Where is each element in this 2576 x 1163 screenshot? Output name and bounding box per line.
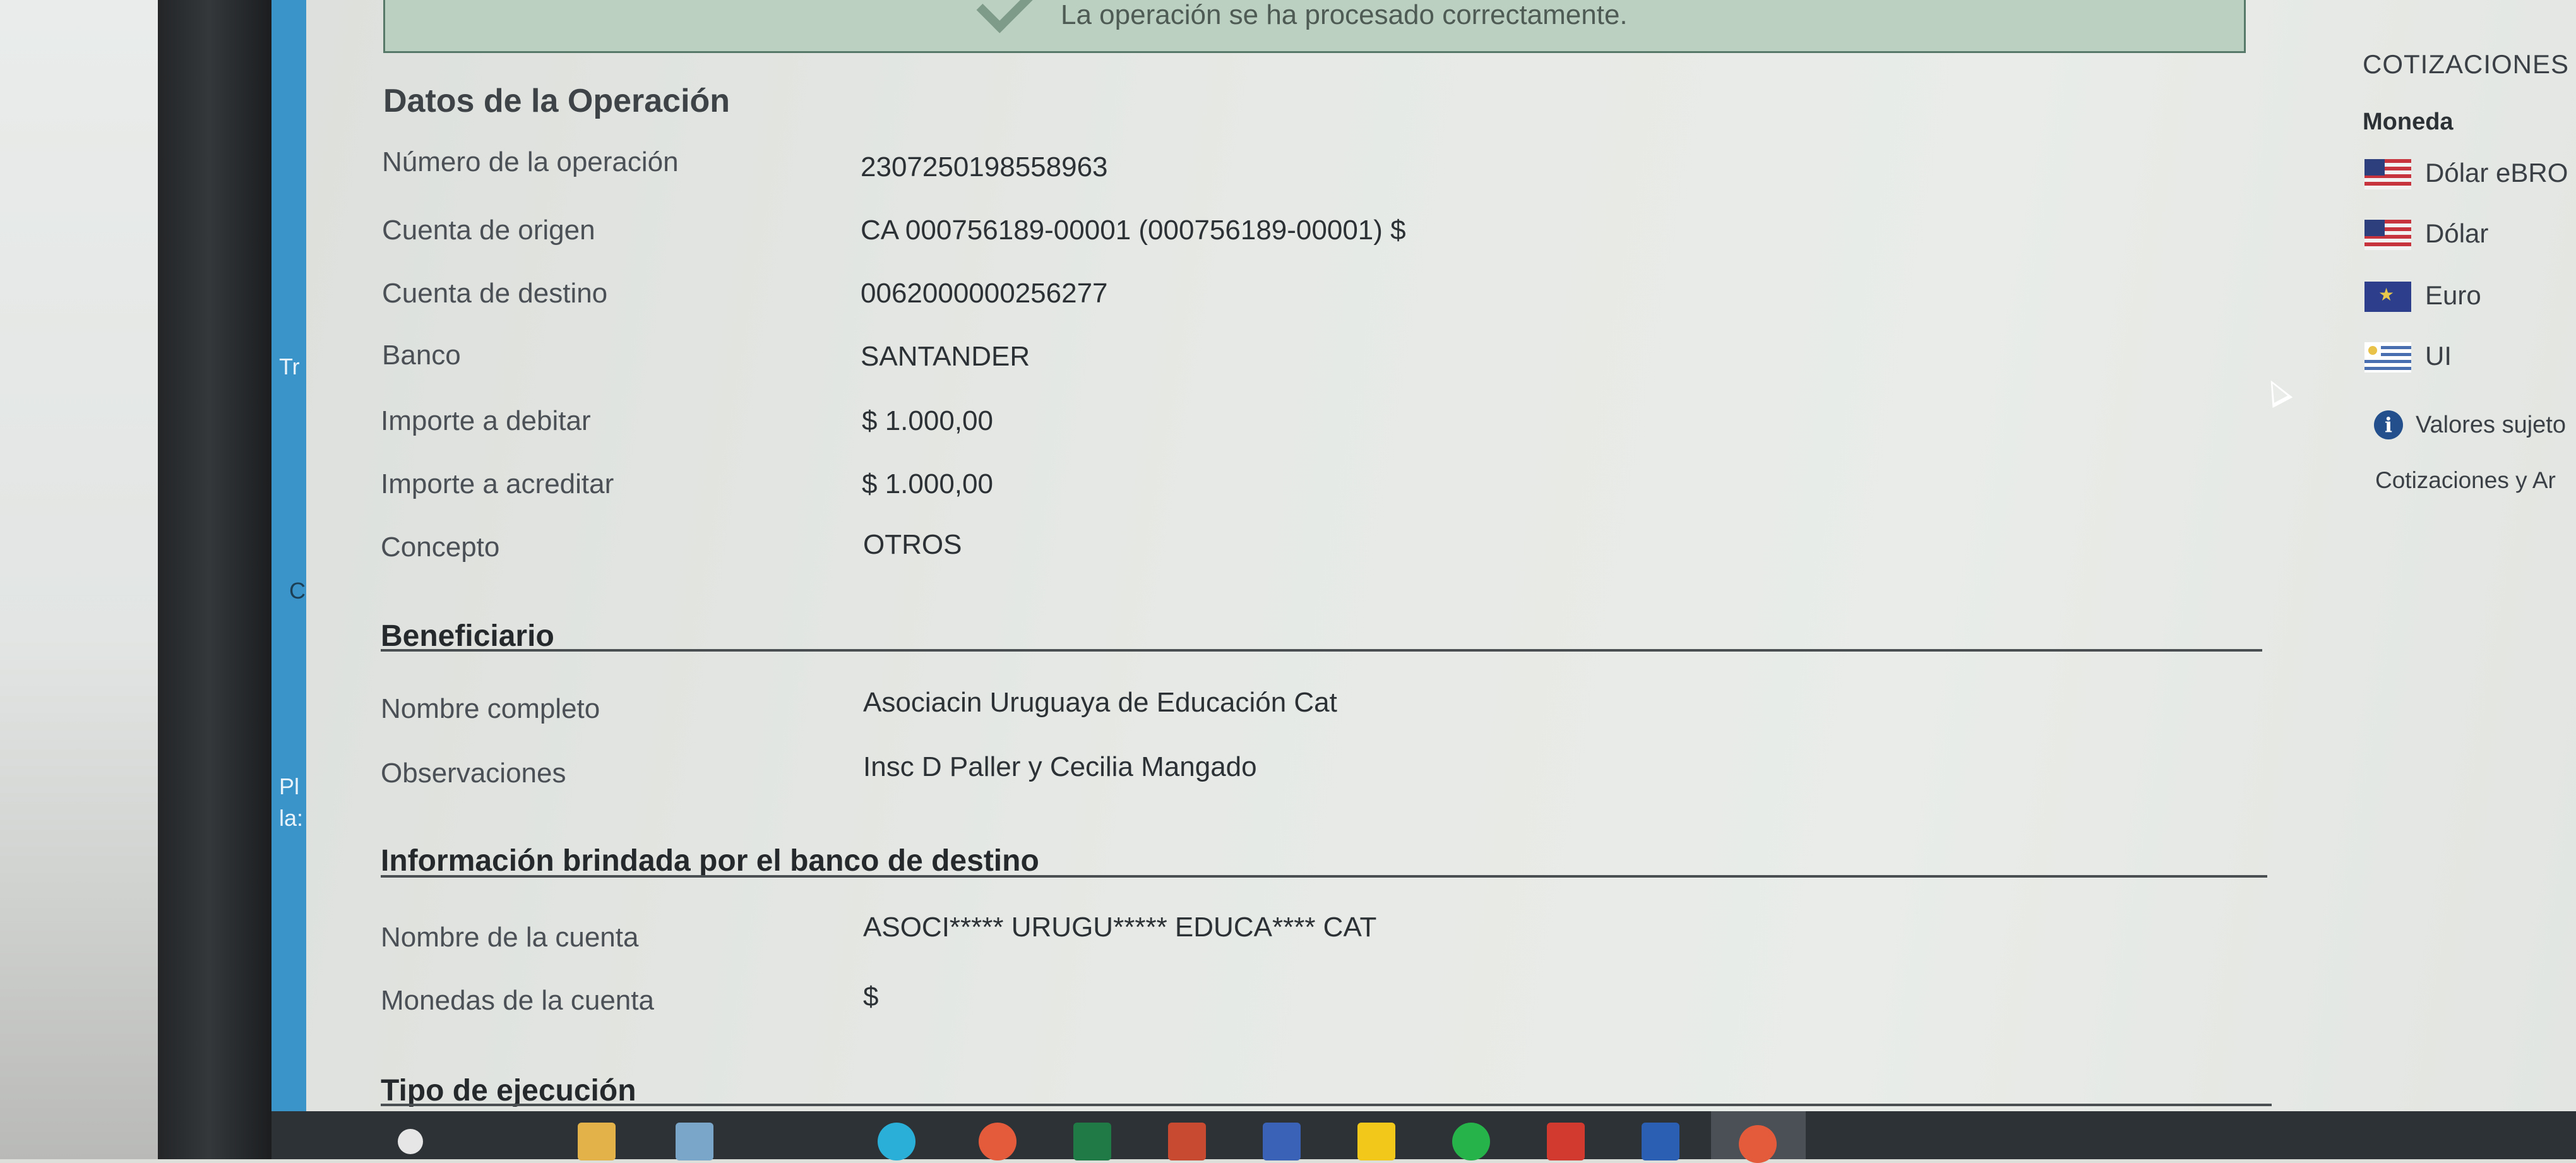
concept-value: OTROS: [863, 529, 962, 560]
chrome-icon[interactable]: [979, 1123, 1017, 1160]
bank-value: SANTANDER: [861, 341, 1030, 372]
sticky-notes-icon[interactable]: [1357, 1123, 1395, 1160]
section-divider: [381, 649, 2262, 652]
values-note: Valores sujeto: [2416, 412, 2566, 438]
rates-link[interactable]: Cotizaciones y Ar: [2375, 467, 2556, 494]
debit-amount-label: Importe a debitar: [381, 405, 591, 436]
acrobat-icon[interactable]: [1547, 1123, 1585, 1160]
left-fragment-text: Pl: [279, 773, 300, 799]
concept-label: Concepto: [381, 532, 500, 563]
left-fragment-text: la:: [279, 805, 304, 831]
account-currencies-label: Monedas de la cuenta: [381, 985, 654, 1016]
left-fragment-text: Tr: [279, 354, 300, 379]
operation-section-title: Datos de la Operación: [383, 83, 730, 119]
observations-label: Observaciones: [381, 758, 566, 789]
section-divider: [381, 1104, 2272, 1106]
file-explorer-icon[interactable]: [578, 1123, 616, 1160]
section-divider: [381, 875, 2267, 878]
currency-name: UI: [2425, 341, 2452, 371]
app-icon[interactable]: [676, 1123, 713, 1160]
execution-section-title: Tipo de ejecución: [381, 1074, 636, 1107]
destination-account-value: 0062000000256277: [861, 278, 1108, 309]
chrome-icon: [1739, 1125, 1777, 1163]
edge-icon[interactable]: [878, 1123, 915, 1160]
credit-amount-label: Importe a acreditar: [381, 468, 614, 499]
credit-amount-value: $ 1.000,00: [862, 468, 993, 499]
full-name-label: Nombre completo: [381, 693, 600, 724]
taskbar: [271, 1111, 2576, 1160]
background-wall: [0, 0, 158, 1159]
left-panel-fragment: Tr C Pl la:: [271, 0, 306, 1111]
calendar-icon[interactable]: [1263, 1123, 1301, 1160]
destination-account-label: Cuenta de destino: [382, 278, 608, 309]
eu-flag-icon: [2364, 282, 2411, 312]
origin-account-value: CA 000756189-00001 (000756189-00001) $: [861, 215, 1406, 246]
currency-name: Dólar: [2425, 218, 2489, 248]
powerpoint-icon[interactable]: [1168, 1123, 1206, 1160]
taskbar-active-app[interactable]: [1711, 1111, 1806, 1163]
beneficiary-section-title: Beneficiario: [381, 619, 554, 653]
debit-amount-value: $ 1.000,00: [862, 405, 993, 436]
us-flag-icon: [2364, 220, 2411, 250]
account-name-label: Nombre de la cuenta: [381, 922, 639, 953]
exchange-rates-title: COTIZACIONES: [2363, 49, 2570, 79]
monitor-bezel: [158, 0, 271, 1159]
start-icon[interactable]: [398, 1129, 423, 1154]
currency-name: Dólar eBRO: [2425, 158, 2568, 188]
info-icon: i: [2374, 410, 2403, 439]
uy-flag-icon: [2364, 342, 2411, 373]
operation-number-label: Número de la operación: [382, 146, 679, 177]
checkmark-icon: [976, 0, 1039, 33]
success-alert: La operación se ha procesado correctamen…: [383, 0, 2246, 53]
us-flag-icon: [2364, 159, 2411, 189]
whatsapp-icon[interactable]: [1452, 1123, 1490, 1160]
left-fragment-text: C: [289, 578, 306, 604]
bank-label: Banco: [382, 340, 461, 371]
operation-number-value: 2307250198558963: [861, 152, 1108, 182]
observations-value: Insc D Paller y Cecilia Mangado: [863, 751, 1257, 782]
account-name-value: ASOCI***** URUGU***** EDUCA**** CAT: [863, 912, 1377, 943]
word-icon[interactable]: [1642, 1123, 1679, 1160]
excel-icon[interactable]: [1073, 1123, 1111, 1160]
success-message: La operación se ha procesado correctamen…: [1061, 0, 1628, 30]
currency-column-header: Moneda: [2363, 109, 2454, 135]
currency-name: Euro: [2425, 280, 2481, 310]
origin-account-label: Cuenta de origen: [382, 215, 595, 246]
full-name-value: Asociacin Uruguaya de Educación Cat: [863, 687, 1337, 718]
destination-bank-section-title: Información brindada por el banco de des…: [381, 844, 1039, 878]
account-currencies-value: $: [863, 981, 879, 1012]
